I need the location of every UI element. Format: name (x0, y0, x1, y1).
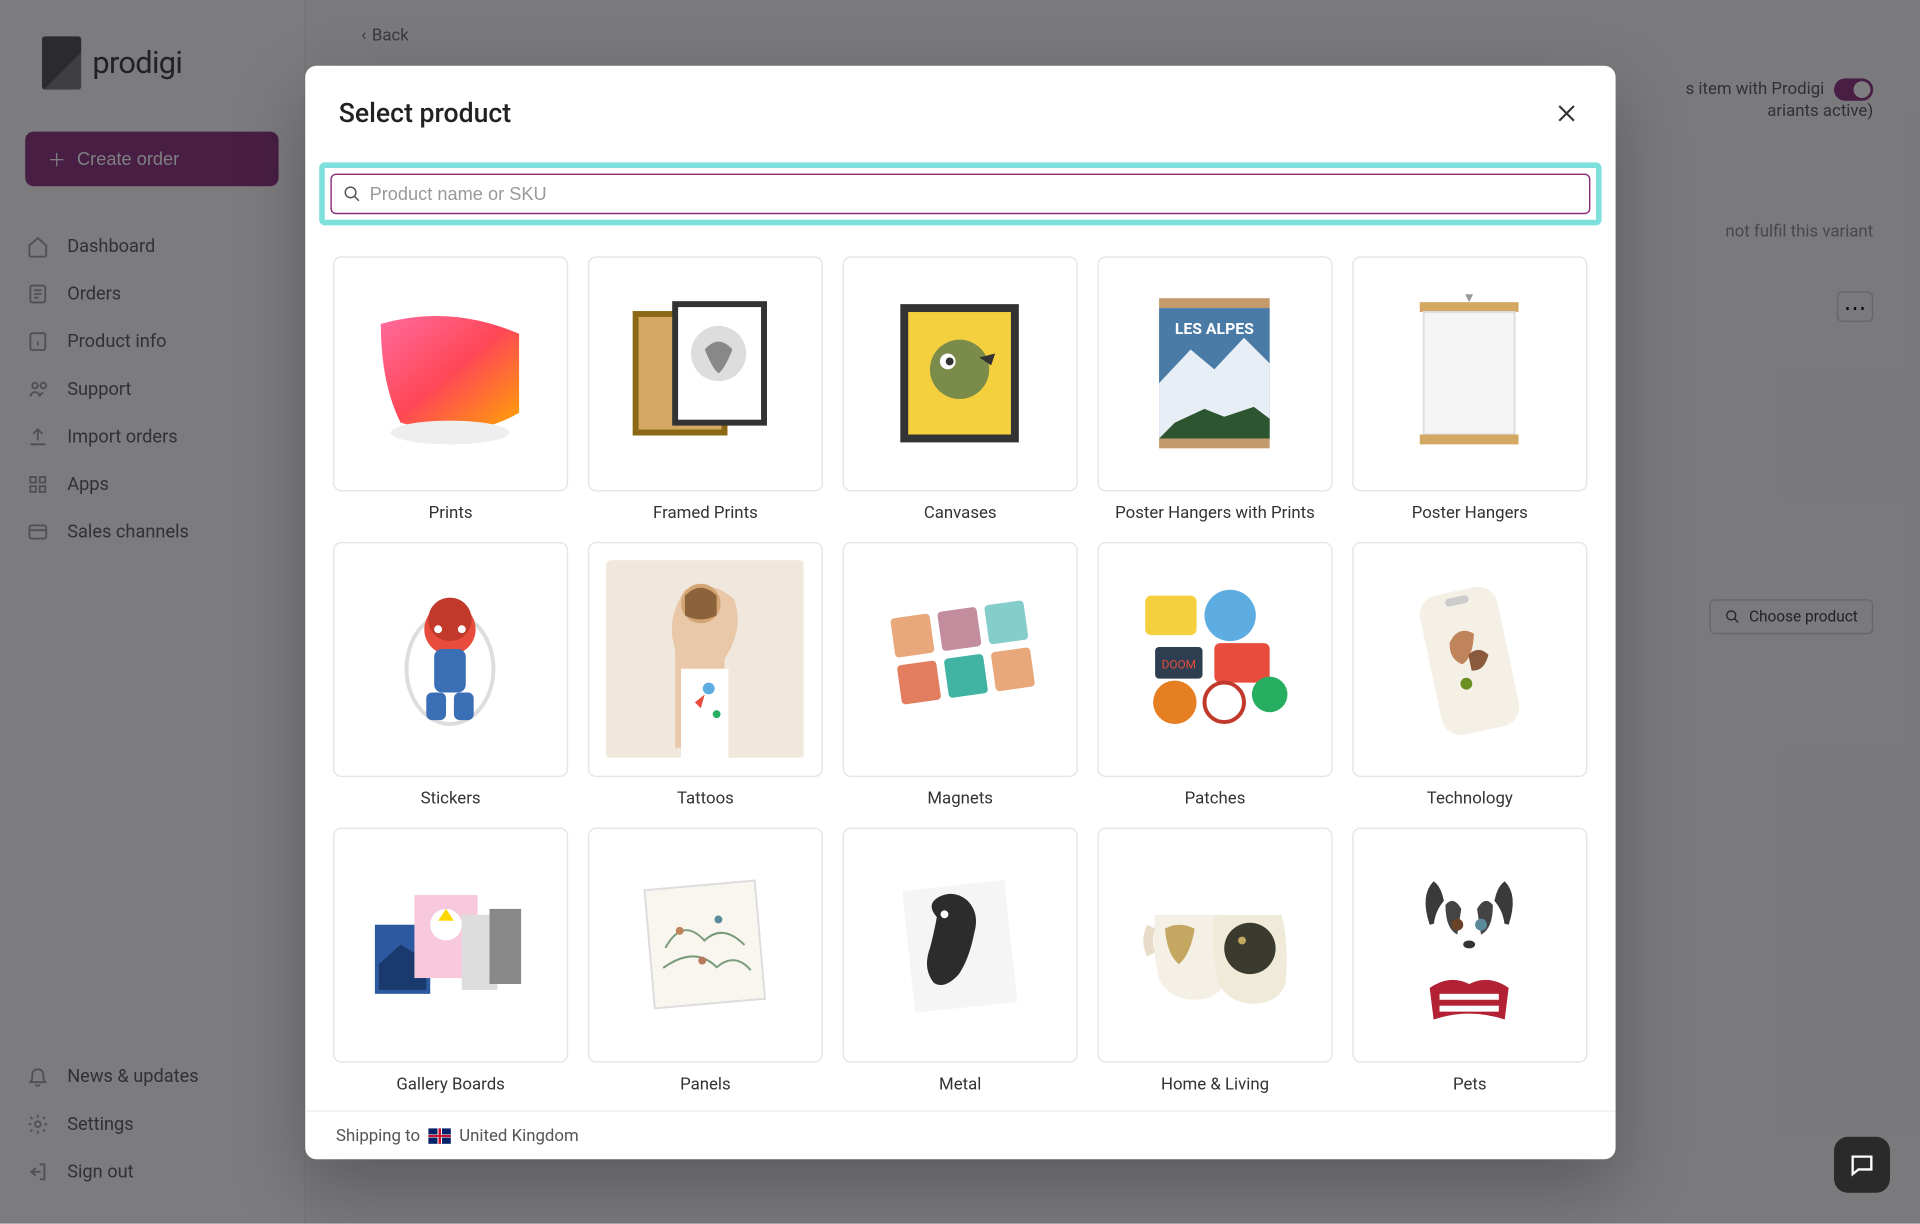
product-thumb: LES ALPES (1098, 256, 1333, 491)
modal-body[interactable]: Prints Framed Prints Canvases (305, 239, 1615, 1110)
product-thumb (333, 542, 568, 777)
product-label: Home & Living (1161, 1074, 1269, 1094)
product-card-patches[interactable]: DOOM Patches (1098, 542, 1333, 808)
product-thumb (588, 827, 823, 1062)
product-card-prints[interactable]: Prints (333, 256, 568, 522)
product-label: Metal (939, 1074, 981, 1094)
product-card-stickers[interactable]: Stickers (333, 542, 568, 808)
search-section (305, 148, 1615, 239)
product-label: Pets (1453, 1074, 1487, 1094)
product-label: Poster Hangers with Prints (1115, 503, 1315, 523)
product-thumb (843, 256, 1078, 491)
search-box[interactable] (330, 174, 1590, 215)
modal-title: Select product (339, 97, 511, 129)
chat-icon (1848, 1151, 1876, 1179)
product-card-technology[interactable]: Technology (1352, 542, 1587, 808)
product-thumb (333, 827, 568, 1062)
product-card-pets[interactable]: Pets (1352, 827, 1587, 1093)
product-card-gallery-boards[interactable]: Gallery Boards (333, 827, 568, 1093)
close-button[interactable] (1551, 97, 1582, 128)
product-label: Gallery Boards (397, 1074, 506, 1094)
product-thumb (588, 542, 823, 777)
chat-button[interactable] (1834, 1137, 1890, 1193)
product-label: Magnets (928, 788, 994, 808)
product-thumb (1098, 827, 1333, 1062)
product-card-magnets[interactable]: Magnets (843, 542, 1078, 808)
search-icon (343, 185, 361, 203)
product-card-home-living[interactable]: Home & Living (1098, 827, 1333, 1093)
product-label: Stickers (421, 788, 481, 808)
svg-text:DOOM: DOOM (1162, 658, 1196, 672)
product-thumb: DOOM (1098, 542, 1333, 777)
search-highlight (319, 162, 1601, 225)
modal-footer: Shipping to United Kingdom (305, 1110, 1615, 1159)
product-label: Technology (1427, 788, 1513, 808)
product-thumb (588, 256, 823, 491)
product-label: Canvases (924, 503, 997, 523)
product-card-metal[interactable]: Metal (843, 827, 1078, 1093)
product-grid: Prints Framed Prints Canvases (333, 256, 1587, 1110)
product-thumb (843, 827, 1078, 1062)
modal-header: Select product (305, 66, 1615, 149)
search-input[interactable] (370, 183, 580, 204)
product-label: Tattoos (677, 788, 734, 808)
product-card-framed-prints[interactable]: Framed Prints (588, 256, 823, 522)
product-label: Prints (429, 503, 473, 523)
product-thumb (1352, 827, 1587, 1062)
shipping-country: United Kingdom (459, 1126, 578, 1146)
product-card-poster-hangers[interactable]: Poster Hangers (1352, 256, 1587, 522)
product-thumb (843, 542, 1078, 777)
product-card-poster-hangers-prints[interactable]: LES ALPES Poster Hangers with Prints (1098, 256, 1333, 522)
product-label: Patches (1185, 788, 1246, 808)
product-card-tattoos[interactable]: Tattoos (588, 542, 823, 808)
product-card-panels[interactable]: Panels (588, 827, 823, 1093)
svg-text:LES ALPES: LES ALPES (1176, 319, 1255, 338)
product-label: Poster Hangers (1412, 503, 1528, 523)
product-thumb (1352, 542, 1587, 777)
product-label: Panels (680, 1074, 731, 1094)
product-thumb (333, 256, 568, 491)
product-card-canvases[interactable]: Canvases (843, 256, 1078, 522)
product-label: Framed Prints (653, 503, 758, 523)
select-product-modal: Select product Pr (305, 66, 1615, 1159)
product-thumb (1352, 256, 1587, 491)
shipping-label: Shipping to (336, 1126, 420, 1146)
uk-flag-icon (428, 1128, 450, 1143)
